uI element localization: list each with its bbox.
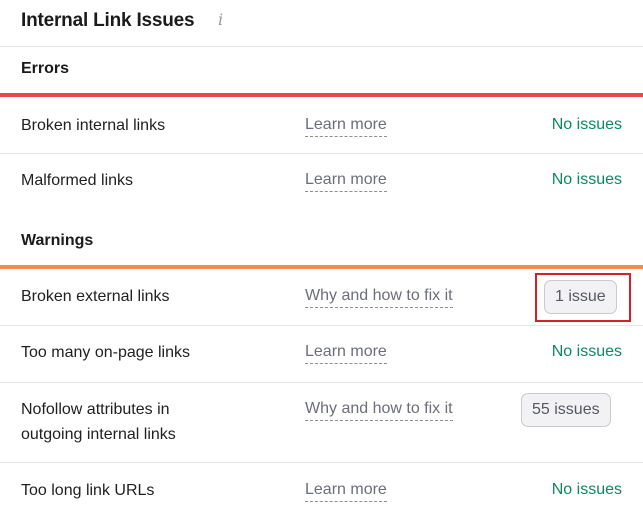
status-no-issues: No issues xyxy=(551,171,622,188)
table-row-too-long-link-urls: Too long link URLs Learn more No issues xyxy=(0,463,643,522)
learn-more-link[interactable]: Learn more xyxy=(305,114,387,137)
learn-more-link[interactable]: Learn more xyxy=(305,169,387,192)
learn-more-link[interactable]: Learn more xyxy=(305,479,387,502)
issue-name: Too many on-page links xyxy=(21,344,190,361)
why-and-how-link[interactable]: Why and how to fix it xyxy=(305,285,453,308)
panel-title: Internal Link Issues xyxy=(21,10,195,31)
issue-name-line1: Nofollow attributes in xyxy=(21,401,170,418)
internal-link-issues-panel: Internal Link Issues i Errors Broken int… xyxy=(0,0,643,522)
issue-count-badge[interactable]: 55 issues xyxy=(521,393,611,427)
errors-section-label: Errors xyxy=(21,60,70,77)
status-no-issues: No issues xyxy=(551,481,622,498)
issue-name-line2: outgoing internal links xyxy=(21,426,176,443)
warnings-section-label: Warnings xyxy=(21,232,94,249)
issue-name: Broken external links xyxy=(21,288,170,305)
info-icon[interactable]: i xyxy=(218,10,223,29)
highlight-box xyxy=(535,273,631,322)
issue-name: Broken internal links xyxy=(21,117,166,134)
issue-name: Too long link URLs xyxy=(21,482,155,499)
status-no-issues: No issues xyxy=(551,343,622,360)
issue-name: Malformed links xyxy=(21,172,134,189)
table-row-broken-internal-links: Broken internal links Learn more No issu… xyxy=(0,97,643,154)
why-and-how-link[interactable]: Why and how to fix it xyxy=(305,398,453,421)
table-row-too-many-on-page-links: Too many on-page links Learn more No iss… xyxy=(0,326,643,383)
table-row-nofollow-attributes: Nofollow attributes in outgoing internal… xyxy=(0,383,643,463)
status-no-issues: No issues xyxy=(551,116,622,133)
panel-header: Internal Link Issues i xyxy=(0,0,643,47)
learn-more-link[interactable]: Learn more xyxy=(305,341,387,364)
table-row-malformed-links: Malformed links Learn more No issues xyxy=(0,154,643,210)
